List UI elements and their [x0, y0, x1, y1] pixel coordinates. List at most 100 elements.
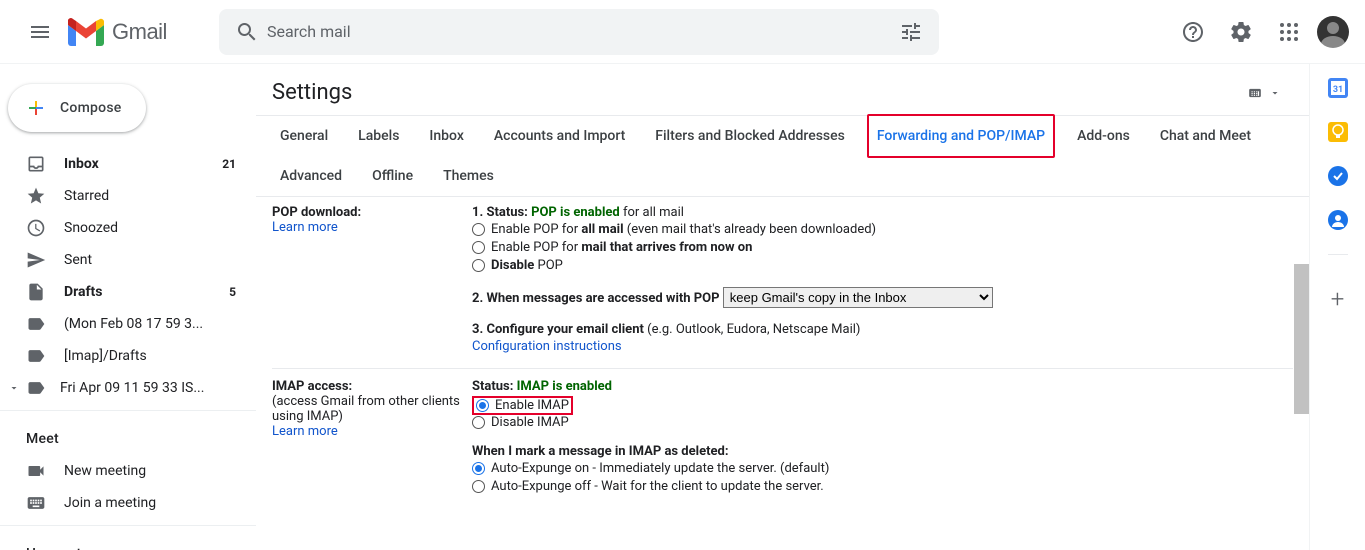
imap-subtitle: (access Gmail from other clients using I… [272, 394, 460, 424]
pop-config-instructions-link[interactable]: Configuration instructions [472, 339, 622, 354]
search-box[interactable] [219, 9, 939, 55]
sidebar-item-count: 21 [222, 157, 236, 171]
keyboard-icon [26, 493, 46, 513]
calendar-icon: 31 [1328, 78, 1348, 98]
imap-expunge-on[interactable]: Auto-Expunge on - Immediately update the… [472, 461, 1293, 476]
main-menu-button[interactable] [16, 8, 64, 56]
star-icon [26, 186, 46, 206]
pop-option-all-mail[interactable]: Enable POP for all mail (even mail that'… [472, 222, 1293, 237]
sidebar-item-label: Starred [64, 188, 236, 204]
compose-label: Compose [60, 100, 122, 116]
tab-forwarding[interactable]: Forwarding and POP/IMAP [867, 114, 1055, 158]
svg-text:31: 31 [1332, 85, 1342, 95]
sidebar-item-label-3[interactable]: Fri Apr 09 11 59 33 IS... [0, 372, 248, 404]
tune-icon [899, 20, 923, 44]
pop-status-value: POP is enabled [531, 205, 620, 220]
gmail-logo-text: Gmail [112, 19, 167, 45]
sidebar: Compose Inbox 21 Starred Snoozed Sent Dr… [0, 64, 256, 550]
arrow-drop-down-icon [8, 382, 20, 394]
google-apps-button[interactable] [1269, 12, 1309, 52]
sidebar-item-label: New meeting [64, 463, 236, 479]
radio-icon [472, 223, 485, 236]
pop-action-select[interactable]: keep Gmail's copy in the Inbox [723, 287, 993, 308]
clock-icon [26, 218, 46, 238]
videocam-icon [26, 461, 46, 481]
imap-learn-more-link[interactable]: Learn more [272, 424, 338, 439]
plus-icon: + [1331, 285, 1345, 313]
sidebar-item-label: Snoozed [64, 220, 236, 236]
tab-filters[interactable]: Filters and Blocked Addresses [647, 116, 853, 156]
tab-inbox[interactable]: Inbox [421, 116, 471, 156]
account-avatar[interactable] [1317, 16, 1349, 48]
keyboard-icon [1245, 86, 1265, 100]
hamburger-icon [28, 20, 52, 44]
imap-option-disable[interactable]: Disable IMAP [472, 415, 1293, 430]
gmail-logo[interactable]: Gmail [68, 18, 167, 46]
pop-learn-more-link[interactable]: Learn more [272, 220, 338, 235]
sidebar-item-inbox[interactable]: Inbox 21 [0, 148, 248, 180]
search-options-button[interactable] [891, 12, 931, 52]
sidebar-item-join-meeting[interactable]: Join a meeting [0, 487, 248, 519]
support-button[interactable] [1173, 12, 1213, 52]
calendar-app-button[interactable]: 31 [1328, 78, 1348, 98]
label-icon [26, 314, 46, 334]
inbox-icon [26, 154, 46, 174]
sidebar-item-label-1[interactable]: (Mon Feb 08 17 59 3... [0, 308, 248, 340]
tab-chat[interactable]: Chat and Meet [1152, 116, 1259, 156]
apps-icon [1277, 20, 1301, 44]
label-icon [26, 378, 46, 398]
sidebar-item-count: 5 [229, 285, 236, 299]
pop-option-disable[interactable]: Disable POP [472, 258, 1293, 273]
radio-icon [472, 259, 485, 272]
pop-status-suffix: for all mail [620, 205, 684, 220]
help-icon [1181, 20, 1205, 44]
arrow-drop-down-icon [1269, 87, 1281, 99]
imap-expunge-off[interactable]: Auto-Expunge off - Wait for the client t… [472, 479, 1293, 494]
tasks-icon [1328, 166, 1348, 186]
tab-offline[interactable]: Offline [364, 156, 421, 196]
search-icon [235, 20, 259, 44]
tab-labels[interactable]: Labels [350, 116, 407, 156]
sidebar-item-sent[interactable]: Sent [0, 244, 248, 276]
pop-configure-label: 3. Configure your email client [472, 322, 644, 337]
keep-app-button[interactable] [1328, 122, 1348, 142]
settings-content: Settings General Labels Inbox Accounts a… [256, 64, 1309, 550]
pop-when-accessed-label: 2. When messages are accessed with POP [472, 291, 723, 306]
radio-icon [472, 241, 485, 254]
tasks-app-button[interactable] [1328, 166, 1348, 186]
keep-icon [1328, 122, 1348, 142]
radio-icon [472, 416, 485, 429]
tab-accounts[interactable]: Accounts and Import [486, 116, 633, 156]
contacts-app-button[interactable] [1328, 210, 1348, 230]
sidebar-item-snoozed[interactable]: Snoozed [0, 212, 248, 244]
gear-icon [1229, 20, 1253, 44]
sidebar-item-label: Join a meeting [64, 495, 236, 511]
settings-button[interactable] [1221, 12, 1261, 52]
sidebar-item-starred[interactable]: Starred [0, 180, 248, 212]
scrollbar-thumb[interactable] [1294, 264, 1309, 414]
imap-option-enable[interactable]: Enable IMAP [476, 398, 569, 413]
sidebar-item-new-meeting[interactable]: New meeting [0, 455, 248, 487]
settings-tabs: General Labels Inbox Accounts and Import… [256, 115, 1309, 197]
input-tools-button[interactable] [1245, 86, 1293, 100]
search-input[interactable] [267, 22, 891, 41]
tab-themes[interactable]: Themes [435, 156, 502, 196]
tab-addons[interactable]: Add-ons [1069, 116, 1138, 156]
add-apps-button[interactable]: + [1318, 279, 1358, 319]
compose-button[interactable]: Compose [8, 84, 146, 132]
sidebar-item-label-2[interactable]: [Imap]/Drafts [0, 340, 248, 372]
pop-option-new-mail[interactable]: Enable POP for mail that arrives from no… [472, 240, 1293, 255]
gmail-logo-icon [68, 18, 104, 46]
sidebar-item-label: (Mon Feb 08 17 59 3... [64, 316, 236, 332]
tab-general[interactable]: General [272, 116, 336, 156]
search-button[interactable] [227, 12, 267, 52]
imap-access-title: IMAP access: [272, 379, 352, 394]
page-title: Settings [272, 80, 352, 105]
sidebar-item-label: Drafts [64, 284, 229, 300]
tab-advanced[interactable]: Advanced [272, 156, 350, 196]
sidebar-item-label: Fri Apr 09 11 59 33 IS... [60, 380, 236, 396]
imap-status-prefix: Status: [472, 379, 517, 394]
imap-mark-deleted-label: When I mark a message in IMAP as deleted… [472, 444, 729, 459]
sidebar-item-label: [Imap]/Drafts [64, 348, 236, 364]
sidebar-item-drafts[interactable]: Drafts 5 [0, 276, 248, 308]
